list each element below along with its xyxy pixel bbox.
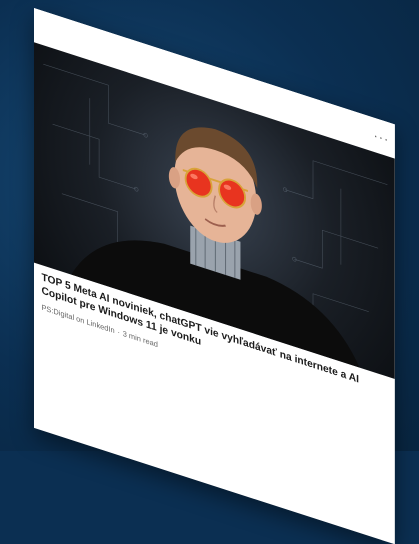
more-icon[interactable]: ··· <box>373 127 389 147</box>
meta-separator: · <box>117 327 120 337</box>
